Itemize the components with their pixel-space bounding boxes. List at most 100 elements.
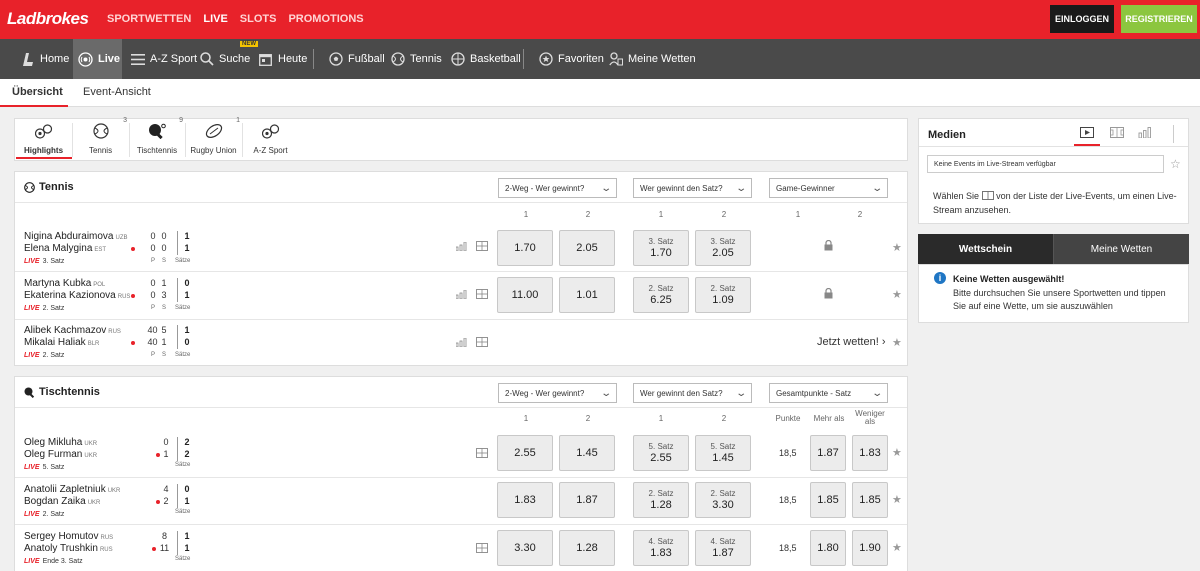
nav-live[interactable]: LIVE — [203, 13, 227, 25]
over-odd-button[interactable]: 1.85 — [810, 482, 846, 518]
player-away[interactable]: Bogdan Zaika UKR — [24, 496, 100, 507]
player-home[interactable]: Sergey Homutov RUS — [24, 531, 113, 542]
market-select-total-points[interactable]: Gesamtpunkte - Satz ⌄ — [769, 383, 888, 403]
pitch-view-icon[interactable] — [476, 289, 488, 302]
set-odd-button[interactable]: 3. Satz 2.05 — [695, 230, 751, 266]
player-away[interactable]: Anatoly Trushkin RUS — [24, 543, 113, 554]
player-home[interactable]: Nigina Abduraimova UZB — [24, 231, 128, 242]
sport-nav-football[interactable]: Fußball — [328, 39, 385, 79]
player-away[interactable]: Oleg Furman UKR — [24, 449, 97, 460]
login-button[interactable]: EINLOGGEN — [1050, 5, 1114, 33]
pitch-view-icon[interactable] — [476, 448, 488, 461]
market-select-set-winner[interactable]: Wer gewinnt den Satz? ⌄ — [633, 383, 752, 403]
stats-bars-icon[interactable] — [1138, 127, 1152, 141]
odd-button[interactable]: 2.05 — [559, 230, 615, 266]
market-select-two-way[interactable]: 2-Weg - Wer gewinnt? ⌄ — [498, 383, 617, 403]
player-away[interactable]: Ekaterina Kazionova RUS — [24, 290, 130, 301]
ladbrokes-l-icon — [20, 52, 35, 67]
favorite-star-icon[interactable]: ★ — [892, 446, 902, 459]
set-odd-button[interactable]: 5. Satz 2.55 — [633, 435, 689, 471]
sport-nav-my-bets-label: Meine Wetten — [628, 53, 696, 65]
player-name: Nigina Abduraimova — [24, 231, 114, 242]
market-select-set-winner[interactable]: Wer gewinnt den Satz? ⌄ — [633, 178, 752, 198]
video-icon[interactable] — [1080, 127, 1094, 141]
sport-tab-az-sport[interactable]: A-Z Sport — [242, 119, 299, 159]
over-odd-button[interactable]: 1.80 — [810, 530, 846, 566]
set-odd-button[interactable]: 4. Satz 1.83 — [633, 530, 689, 566]
set-odd-button[interactable]: 2. Satz 1.09 — [695, 277, 751, 313]
live-stream-select[interactable]: Keine Events im Live-Stream verfügbar — [927, 155, 1164, 173]
player-away[interactable]: Mikalai Haliak BLR — [24, 337, 99, 348]
pitch-view-icon[interactable] — [476, 543, 488, 556]
under-odd-button[interactable]: 1.83 — [852, 435, 888, 471]
sport-nav-az[interactable]: A-Z Sport — [130, 39, 197, 79]
favorite-star-outline-icon[interactable]: ☆ — [1170, 157, 1181, 171]
favorite-star-icon[interactable]: ★ — [892, 493, 902, 506]
odd-button[interactable]: 2.55 — [497, 435, 553, 471]
tischtennis-section-header[interactable]: Tischtennis — [24, 386, 100, 398]
sport-tab-highlights[interactable]: Highlights — [15, 119, 72, 159]
sport-tab-tischtennis[interactable]: 9 Tischtennis — [129, 117, 185, 159]
player-home[interactable]: Oleg Mikluha UKR — [24, 437, 97, 448]
pitch-view-icon[interactable] — [1110, 127, 1124, 141]
sport-tab-rugby-union[interactable]: 1 Rugby Union — [185, 117, 242, 159]
sport-nav-basketball[interactable]: Basketball — [450, 39, 521, 79]
nav-promotions[interactable]: PROMOTIONS — [288, 13, 363, 25]
bet-now-link[interactable]: Jetzt wetten! › — [817, 336, 886, 348]
odd-button[interactable]: 1.83 — [497, 482, 553, 518]
set-odd-button[interactable]: 4. Satz 1.87 — [695, 530, 751, 566]
odd-button[interactable]: 3.30 — [497, 530, 553, 566]
register-button[interactable]: REGISTRIEREN — [1121, 5, 1197, 33]
pitch-view-icon[interactable] — [476, 337, 488, 350]
odd-button[interactable]: 1.87 — [559, 482, 615, 518]
tennis-section-header[interactable]: Tennis — [24, 181, 74, 193]
sport-nav-today[interactable]: Heute — [258, 39, 307, 79]
market-select-game-winner[interactable]: Game-Gewinner ⌄ — [769, 178, 888, 198]
country-code: POL — [93, 282, 106, 288]
pitch-view-icon[interactable] — [476, 241, 488, 254]
player-home[interactable]: Alibek Kachmazov RUS — [24, 325, 121, 336]
sport-nav-tennis[interactable]: Tennis — [390, 39, 442, 79]
stats-bars-icon[interactable] — [455, 337, 468, 350]
set-odd-button[interactable]: 2. Satz 3.30 — [695, 482, 751, 518]
player-home[interactable]: Anatolii Zapletniuk UKR — [24, 484, 120, 495]
stats-bars-icon[interactable] — [455, 241, 468, 254]
odd-button[interactable]: 11.00 — [497, 277, 553, 313]
stats-bars-icon[interactable] — [455, 289, 468, 302]
set-odd-button[interactable]: 2. Satz 1.28 — [633, 482, 689, 518]
favorite-star-icon[interactable]: ★ — [892, 541, 902, 554]
serve-indicator — [131, 247, 135, 251]
tab-my-bets[interactable]: Meine Wetten — [1053, 234, 1189, 264]
sport-tab-active-underline — [16, 157, 72, 159]
tab-event-view[interactable]: Event-Ansicht — [83, 86, 151, 98]
sport-tab-tennis[interactable]: 3 Tennis — [72, 117, 129, 159]
brand-logo[interactable]: Ladbrokes — [7, 9, 89, 29]
under-odd-button[interactable]: 1.85 — [852, 482, 888, 518]
period-status: 2. Satz — [42, 511, 65, 518]
favorite-star-icon[interactable]: ★ — [892, 241, 902, 254]
nav-sportwetten[interactable]: SPORTWETTEN — [107, 13, 191, 25]
odd-button[interactable]: 1.01 — [559, 277, 615, 313]
tab-betslip[interactable]: Wettschein — [918, 234, 1053, 264]
over-odd-button[interactable]: 1.87 — [810, 435, 846, 471]
sport-nav-favorites[interactable]: Favoriten — [538, 39, 604, 79]
odd-button[interactable]: 1.70 — [497, 230, 553, 266]
sport-nav-home[interactable]: Home — [20, 39, 69, 79]
sport-nav-live[interactable]: Live — [73, 39, 122, 79]
favorite-star-icon[interactable]: ★ — [892, 288, 902, 301]
nav-slots[interactable]: SLOTS — [240, 13, 277, 25]
set-odd-button[interactable]: 2. Satz 6.25 — [633, 277, 689, 313]
tab-overview[interactable]: Übersicht — [12, 86, 63, 98]
row-divider — [15, 524, 907, 525]
set-odd-button[interactable]: 5. Satz 1.45 — [695, 435, 751, 471]
favorite-star-icon[interactable]: ★ — [892, 336, 902, 349]
market-select-two-way[interactable]: 2-Weg - Wer gewinnt? ⌄ — [498, 178, 617, 198]
player-home[interactable]: Martyna Kubka POL — [24, 278, 105, 289]
sport-nav-my-bets[interactable]: Meine Wetten — [608, 39, 696, 79]
under-odd-button[interactable]: 1.90 — [852, 530, 888, 566]
sport-tab-label: Tennis — [88, 146, 113, 155]
odd-button[interactable]: 1.45 — [559, 435, 615, 471]
odd-button[interactable]: 1.28 — [559, 530, 615, 566]
player-away[interactable]: Elena Malygina EST — [24, 243, 106, 254]
set-odd-button[interactable]: 3. Satz 1.70 — [633, 230, 689, 266]
